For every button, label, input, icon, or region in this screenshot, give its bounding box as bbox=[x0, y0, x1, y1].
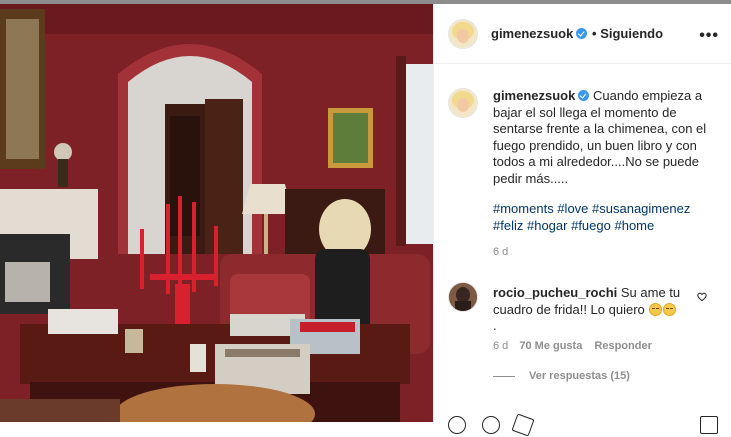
hashtag-link[interactable]: #home bbox=[614, 218, 654, 233]
replies-divider bbox=[493, 375, 515, 377]
smiling-face-icon bbox=[649, 302, 663, 316]
post-caption: gimenezsuok Cuando empieza a bajar el so… bbox=[493, 88, 721, 187]
author-username[interactable]: gimenezsuok bbox=[491, 26, 588, 41]
comment-likes[interactable]: 70 Me gusta bbox=[519, 340, 582, 352]
commenter-username[interactable]: rocio_pucheu_rochi bbox=[493, 285, 617, 300]
avatar-photo bbox=[449, 20, 477, 48]
follow-status-label[interactable]: Siguiendo bbox=[600, 26, 663, 41]
save-bookmark-icon[interactable] bbox=[700, 416, 718, 434]
avatar-photo bbox=[449, 283, 477, 311]
comment-body: rocio_pucheu_rochi Su ame tu cuadro de f… bbox=[493, 285, 693, 335]
hashtag-list: #moments #love #susanagimenez #feliz #ho… bbox=[493, 201, 721, 234]
commenter-avatar[interactable] bbox=[448, 282, 478, 312]
comment-timestamp[interactable]: 6 d bbox=[493, 340, 508, 352]
comment-trailing: . bbox=[493, 318, 497, 333]
more-options-icon[interactable]: ••• bbox=[699, 27, 719, 45]
caption-author-avatar[interactable] bbox=[448, 88, 478, 118]
follow-separator: • bbox=[592, 26, 597, 41]
post-timestamp[interactable]: 6 d bbox=[493, 246, 508, 258]
hashtag-link[interactable]: #hogar bbox=[527, 218, 567, 233]
view-replies-label[interactable]: Ver respuestas (15) bbox=[529, 370, 630, 382]
avatar-photo bbox=[449, 89, 477, 117]
like-comment-heart-icon[interactable] bbox=[697, 292, 707, 302]
action-bar bbox=[434, 413, 731, 437]
hashtag-link[interactable]: #fuego bbox=[571, 218, 611, 233]
hashtag-link[interactable]: #susanagimenez bbox=[592, 201, 690, 216]
author-avatar[interactable] bbox=[448, 19, 478, 49]
smiling-face-icon bbox=[663, 302, 677, 316]
caption-username[interactable]: gimenezsuok bbox=[493, 88, 575, 103]
share-icon[interactable] bbox=[511, 413, 535, 437]
living-room-scene bbox=[0, 4, 433, 422]
verified-badge-icon bbox=[578, 90, 590, 101]
author-username-text[interactable]: gimenezsuok bbox=[491, 26, 573, 41]
comment-bubble-icon[interactable] bbox=[482, 416, 500, 434]
post-media-video[interactable] bbox=[0, 4, 433, 422]
reply-button[interactable]: Responder bbox=[594, 340, 651, 352]
post-side-panel: gimenezsuok • Siguiendo ••• gimenezsuok … bbox=[433, 4, 731, 437]
hashtag-link[interactable]: #love bbox=[557, 201, 588, 216]
comment-meta: 6 d 70 Me gusta Responder bbox=[493, 340, 652, 352]
follow-status[interactable]: • Siguiendo bbox=[592, 26, 663, 41]
verified-badge-icon bbox=[576, 28, 588, 39]
hashtag-link[interactable]: #moments bbox=[493, 201, 554, 216]
view-replies-button[interactable]: Ver respuestas (15) bbox=[493, 370, 630, 382]
like-heart-icon[interactable] bbox=[448, 416, 466, 434]
hashtag-link[interactable]: #feliz bbox=[493, 218, 523, 233]
post-header: gimenezsuok • Siguiendo ••• bbox=[434, 4, 731, 64]
